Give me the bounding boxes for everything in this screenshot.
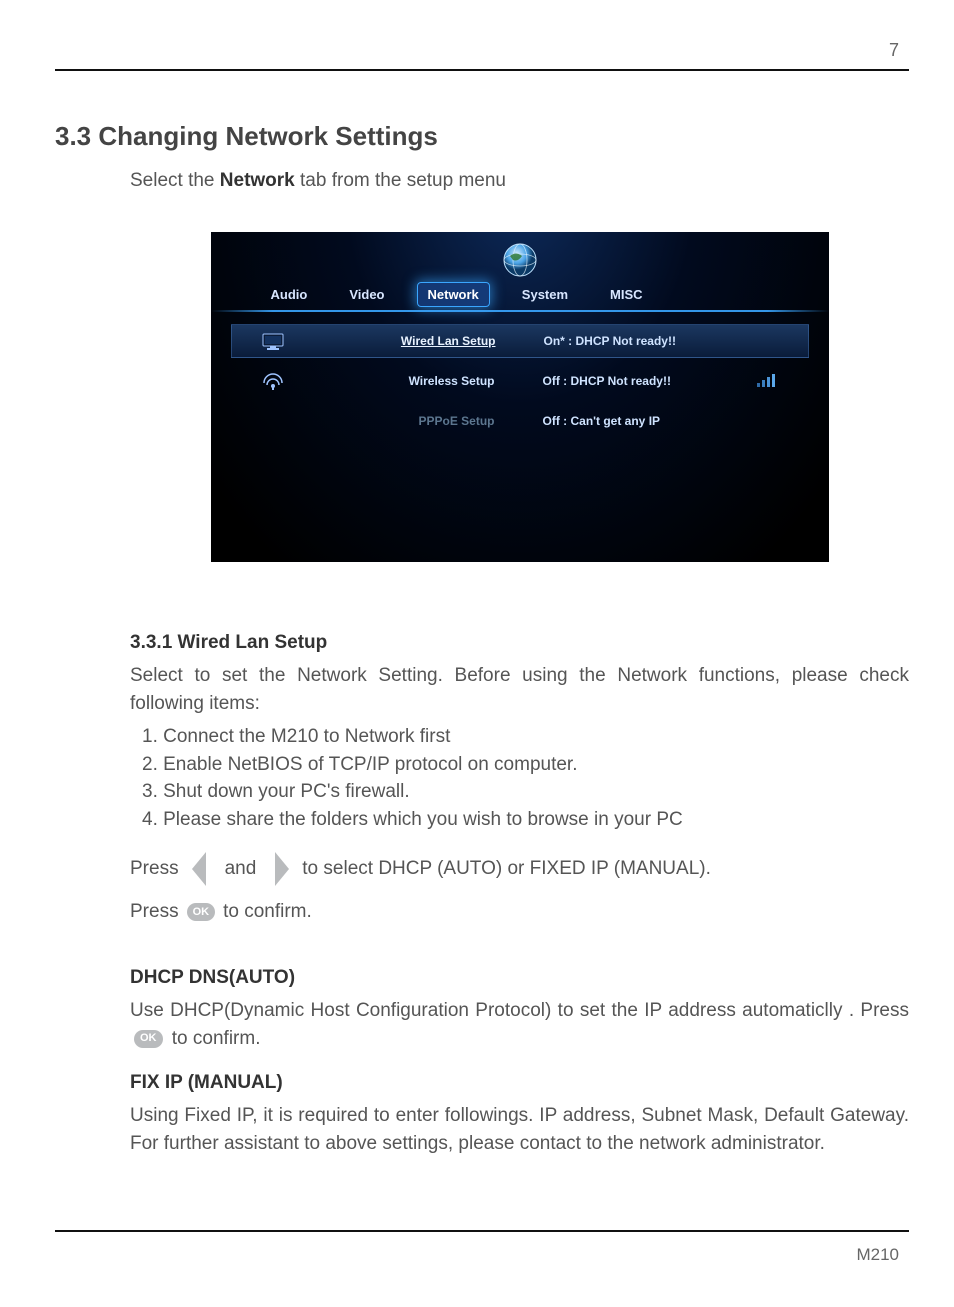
text: and — [225, 858, 257, 880]
intro-text: Select the Network tab from the setup me… — [130, 170, 909, 192]
row-wired-label: Wired Lan Setup — [296, 334, 526, 348]
text: Use DHCP(Dynamic Host Configuration Prot… — [130, 1000, 909, 1021]
wired-intro: Select to set the Network Setting. Befor… — [130, 662, 909, 717]
ok-button-icon: OK — [187, 903, 216, 921]
page-number: 7 — [55, 40, 909, 61]
row-pppoe-status: Off : Can't get any IP — [525, 414, 789, 428]
row-wired[interactable]: Wired Lan Setup On* : DHCP Not ready!! — [231, 324, 809, 358]
section-title: 3.3 Changing Network Settings — [55, 121, 909, 152]
wired-icon — [252, 331, 296, 351]
dhcp-body: Use DHCP(Dynamic Host Configuration Prot… — [130, 997, 909, 1052]
device-screenshot: Audio Video Network System MISC Wired La… — [211, 232, 829, 562]
tab-bar: Audio Video Network System MISC — [261, 282, 653, 307]
tab-divider — [211, 310, 829, 312]
row-wireless-status: Off : DHCP Not ready!! — [525, 374, 789, 388]
text: Press — [130, 901, 179, 923]
list-item: 1. Connect the M210 to Network first — [142, 723, 909, 751]
row-wireless-label: Wireless Setup — [295, 374, 525, 388]
fixip-title: FIX IP (MANUAL) — [130, 1072, 909, 1094]
left-arrow-icon — [187, 849, 217, 889]
wired-title: 3.3.1 Wired Lan Setup — [130, 632, 909, 654]
text: to confirm. — [223, 901, 312, 923]
tab-misc[interactable]: MISC — [600, 283, 653, 306]
intro-bold: Network — [220, 170, 295, 191]
text: to confirm. — [172, 1028, 261, 1049]
press-arrows-line: Press and to select DHCP (AUTO) or FIXED… — [130, 849, 909, 889]
wireless-icon — [251, 371, 295, 391]
ok-button-icon: OK — [134, 1030, 163, 1048]
text: to select DHCP (AUTO) or FIXED IP (MANUA… — [302, 858, 711, 880]
row-wireless[interactable]: Wireless Setup Off : DHCP Not ready!! — [231, 364, 809, 398]
wired-list: 1. Connect the M210 to Network first 2. … — [142, 723, 909, 833]
row-pppoe-label: PPPoE Setup — [295, 414, 525, 428]
list-item: 4. Please share the folders which you wi… — [142, 806, 909, 834]
row-wired-status: On* : DHCP Not ready!! — [526, 334, 788, 348]
row-pppoe[interactable]: PPPoE Setup Off : Can't get any IP — [231, 404, 809, 438]
fixip-body: Using Fixed IP, it is required to enter … — [130, 1102, 909, 1157]
intro-prefix: Select the — [130, 170, 220, 191]
dhcp-title: DHCP DNS(AUTO) — [130, 967, 909, 989]
top-rule — [55, 69, 909, 71]
signal-icon — [757, 371, 779, 392]
list-item: 2. Enable NetBIOS of TCP/IP protocol on … — [142, 751, 909, 779]
list-item: 3. Shut down your PC's firewall. — [142, 778, 909, 806]
right-arrow-icon — [264, 849, 294, 889]
tab-audio[interactable]: Audio — [261, 283, 318, 306]
tab-network[interactable]: Network — [417, 282, 490, 307]
intro-suffix: tab from the setup menu — [295, 170, 506, 191]
footer-model: M210 — [856, 1245, 899, 1265]
tab-system[interactable]: System — [512, 283, 578, 306]
bottom-rule — [55, 1230, 909, 1232]
globe-icon — [498, 238, 542, 287]
tab-video[interactable]: Video — [339, 283, 394, 306]
text: Press — [130, 858, 179, 880]
press-ok-line: Press OK to confirm. — [130, 901, 909, 923]
